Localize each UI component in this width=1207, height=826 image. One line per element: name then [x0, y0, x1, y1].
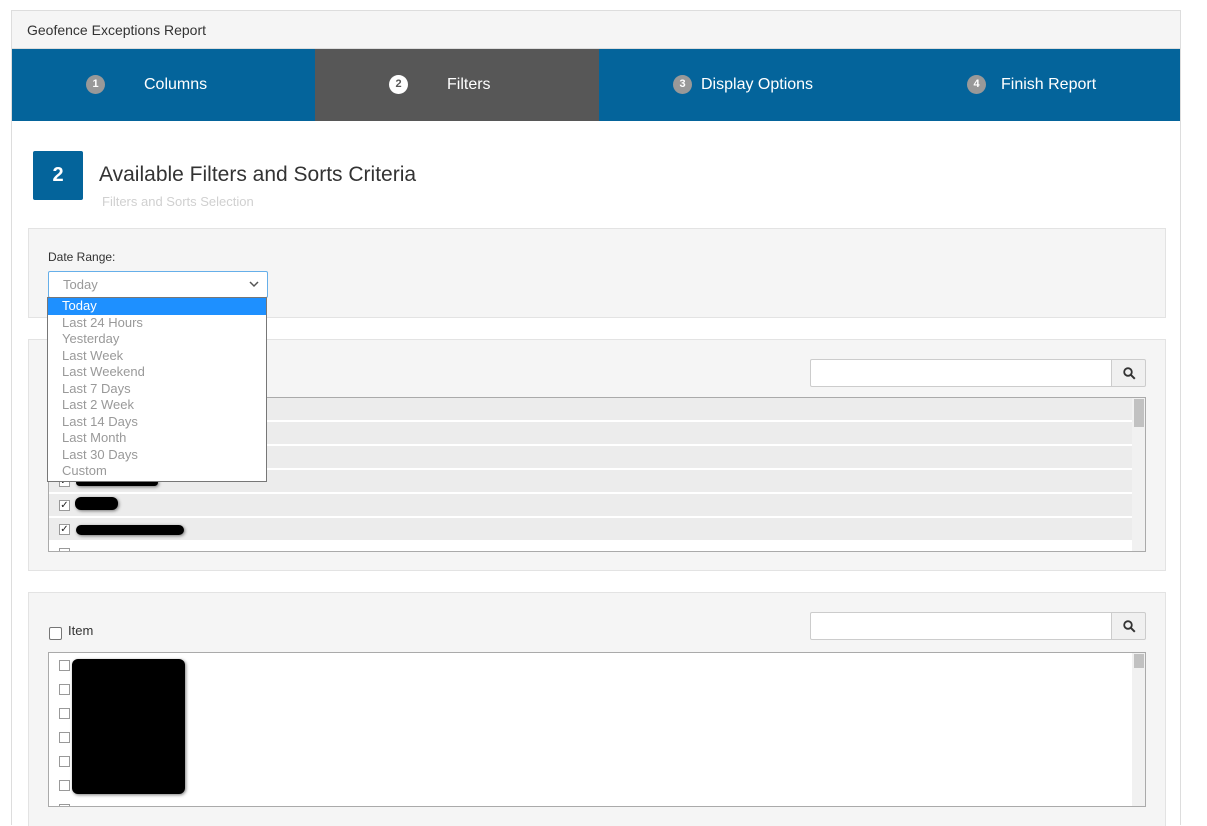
wizard-steps: 1 Columns 2 Filters 3 Display Options 4 …	[12, 49, 1180, 121]
list-item[interactable]: ✓	[49, 494, 1132, 517]
scrollbar-thumb[interactable]	[1134, 654, 1144, 668]
date-option-last-30-days[interactable]: Last 30 Days	[48, 447, 266, 464]
step-label: Filters	[447, 76, 491, 93]
list-scrollbar[interactable]	[1132, 653, 1145, 806]
section-number-badge: 2	[33, 151, 83, 200]
date-range-dropdown: Today Last 24 Hours Yesterday Last Week …	[47, 297, 267, 482]
section-subtitle: Filters and Sorts Selection	[102, 194, 254, 209]
checkbox[interactable]	[59, 780, 70, 791]
checkbox[interactable]	[59, 732, 70, 743]
step-number: 4	[967, 75, 986, 94]
item-search-input[interactable]	[810, 612, 1112, 640]
date-option-custom[interactable]: Custom	[48, 463, 266, 480]
redacted-block	[72, 659, 185, 794]
step-filters[interactable]: 2 Filters	[315, 49, 599, 121]
list-item[interactable]	[49, 542, 1132, 551]
step-label: Display Options	[701, 76, 814, 93]
date-option-last-2-week[interactable]: Last 2 Week	[48, 397, 266, 414]
date-option-last-weekend[interactable]: Last Weekend	[48, 364, 266, 381]
date-option-yesterday[interactable]: Yesterday	[48, 331, 266, 348]
list-item[interactable]: ✓	[49, 518, 1132, 541]
date-option-last-14-days[interactable]: Last 14 Days	[48, 414, 266, 431]
date-option-last-24-hours[interactable]: Last 24 Hours	[48, 315, 266, 332]
checkbox-checked[interactable]: ✓	[59, 500, 70, 511]
search-icon	[1123, 367, 1136, 380]
checkbox[interactable]	[59, 756, 70, 767]
redacted-text	[75, 497, 118, 510]
search-icon	[1123, 620, 1136, 633]
step-columns[interactable]: 1 Columns	[12, 49, 315, 121]
step-number: 2	[389, 75, 408, 94]
step-display-options[interactable]: 3 Display Options	[599, 49, 889, 121]
redacted-text	[76, 525, 184, 535]
step-number: 1	[86, 75, 105, 94]
date-range-label: Date Range:	[48, 250, 116, 264]
step-number: 3	[673, 75, 692, 94]
checkbox-checked[interactable]: ✓	[59, 524, 70, 535]
section-title: Available Filters and Sorts Criteria	[99, 163, 417, 186]
date-option-last-7-days[interactable]: Last 7 Days	[48, 381, 266, 398]
list-scrollbar[interactable]	[1132, 398, 1145, 551]
date-range-selected-value: Today	[63, 277, 98, 292]
date-option-today[interactable]: Today	[48, 298, 266, 315]
filter-search-input[interactable]	[810, 359, 1112, 387]
checkbox[interactable]	[59, 660, 70, 671]
checkbox[interactable]	[59, 804, 70, 806]
checkbox[interactable]	[59, 708, 70, 719]
step-label: Finish Report	[1001, 76, 1097, 93]
item-search-button[interactable]	[1111, 612, 1146, 640]
checkbox[interactable]	[59, 548, 70, 551]
item-search-group	[810, 612, 1146, 640]
item-select-all-checkbox[interactable]	[49, 627, 62, 640]
item-list	[48, 652, 1146, 807]
step-label: Columns	[144, 76, 208, 93]
filter-search-button[interactable]	[1111, 359, 1146, 387]
item-filter-label: Item	[68, 623, 94, 638]
scrollbar-thumb[interactable]	[1134, 399, 1144, 427]
step-finish-report[interactable]: 4 Finish Report	[889, 49, 1180, 121]
date-range-select[interactable]: Today	[48, 271, 268, 298]
panel-title: Geofence Exceptions Report	[12, 11, 1180, 49]
item-filter-well: Item	[28, 592, 1166, 826]
date-option-last-week[interactable]: Last Week	[48, 348, 266, 365]
filter-search-group	[810, 359, 1146, 387]
checkbox[interactable]	[59, 684, 70, 695]
date-option-last-month[interactable]: Last Month	[48, 430, 266, 447]
